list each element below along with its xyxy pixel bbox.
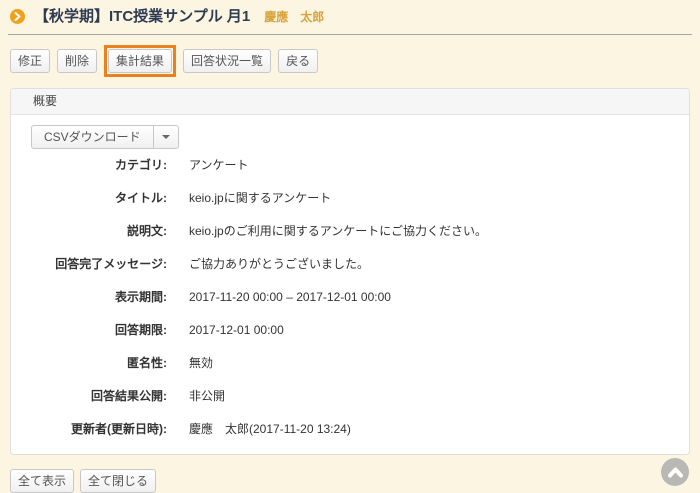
response-status-list-button[interactable]: 回答状況一覧 [183,49,271,73]
csv-download-group: CSVダウンロード [31,125,179,149]
overview-fields: カテゴリ: アンケート タイトル: keio.jpに関するアンケート 説明文: … [31,157,669,437]
forward-circle-icon [10,9,25,24]
edit-button[interactable]: 修正 [10,49,50,73]
field-label: タイトル: [31,190,167,206]
field-row-category: カテゴリ: アンケート [31,157,669,173]
csv-download-dropdown-toggle[interactable] [154,125,179,149]
field-row-completion-message: 回答完了メッセージ: ご協力ありがとうございました。 [31,256,669,272]
field-value: 無効 [189,355,213,371]
field-label: 説明文: [31,223,167,239]
header-user-name: 慶應 太郎 [264,8,324,25]
field-label: 表示期間: [31,289,167,305]
field-value: keio.jpのご利用に関するアンケートにご協力ください。 [189,223,487,239]
page-title: 【秋学期】ITC授業サンプル 月1 [34,8,250,25]
highlight-box: 集計結果 [104,45,176,77]
show-all-button[interactable]: 全て表示 [10,469,74,493]
footer-toolbar: 全て表示 全て閉じる [0,455,700,493]
field-value: アンケート [189,157,249,173]
field-row-results-publication: 回答結果公開: 非公開 [31,388,669,404]
field-row-updated-by: 更新者(更新日時): 慶應 太郎(2017-11-20 13:24) [31,421,669,437]
field-row-title: タイトル: keio.jpに関するアンケート [31,190,669,206]
action-toolbar: 修正 削除 集計結果 回答状況一覧 戻る [0,35,700,88]
field-value: 2017-11-20 00:00 – 2017-12-01 00:00 [189,289,391,305]
overview-panel-title: 概要 [11,89,689,115]
overview-panel: 概要 CSVダウンロード カテゴリ: アンケート タイトル: keio.jpに関… [10,88,690,455]
aggregate-results-button[interactable]: 集計結果 [108,49,172,73]
close-all-button[interactable]: 全て閉じる [80,469,156,493]
field-value: 慶應 太郎(2017-11-20 13:24) [189,421,351,437]
csv-download-button[interactable]: CSVダウンロード [31,125,154,149]
field-value: ご協力ありがとうございました。 [189,256,369,272]
field-label: カテゴリ: [31,157,167,173]
field-row-display-period: 表示期間: 2017-11-20 00:00 – 2017-12-01 00:0… [31,289,669,305]
field-label: 更新者(更新日時): [31,421,167,437]
field-label: 回答結果公開: [31,388,167,404]
chevron-up-icon [668,467,683,478]
field-label: 回答期限: [31,322,167,338]
scroll-to-top-button[interactable] [661,458,689,486]
delete-button[interactable]: 削除 [57,49,97,73]
field-row-description: 説明文: keio.jpのご利用に関するアンケートにご協力ください。 [31,223,669,239]
field-label: 匿名性: [31,355,167,371]
field-row-anonymity: 匿名性: 無効 [31,355,669,371]
caret-down-icon [162,135,170,139]
field-row-response-deadline: 回答期限: 2017-12-01 00:00 [31,322,669,338]
field-value: 非公開 [189,388,225,404]
overview-panel-body: CSVダウンロード カテゴリ: アンケート タイトル: keio.jpに関するア… [11,115,689,454]
back-button[interactable]: 戻る [278,49,318,73]
field-label: 回答完了メッセージ: [31,256,167,272]
field-value: keio.jpに関するアンケート [189,190,331,206]
page-header: 【秋学期】ITC授業サンプル 月1 慶應 太郎 [8,0,692,35]
field-value: 2017-12-01 00:00 [189,322,284,338]
